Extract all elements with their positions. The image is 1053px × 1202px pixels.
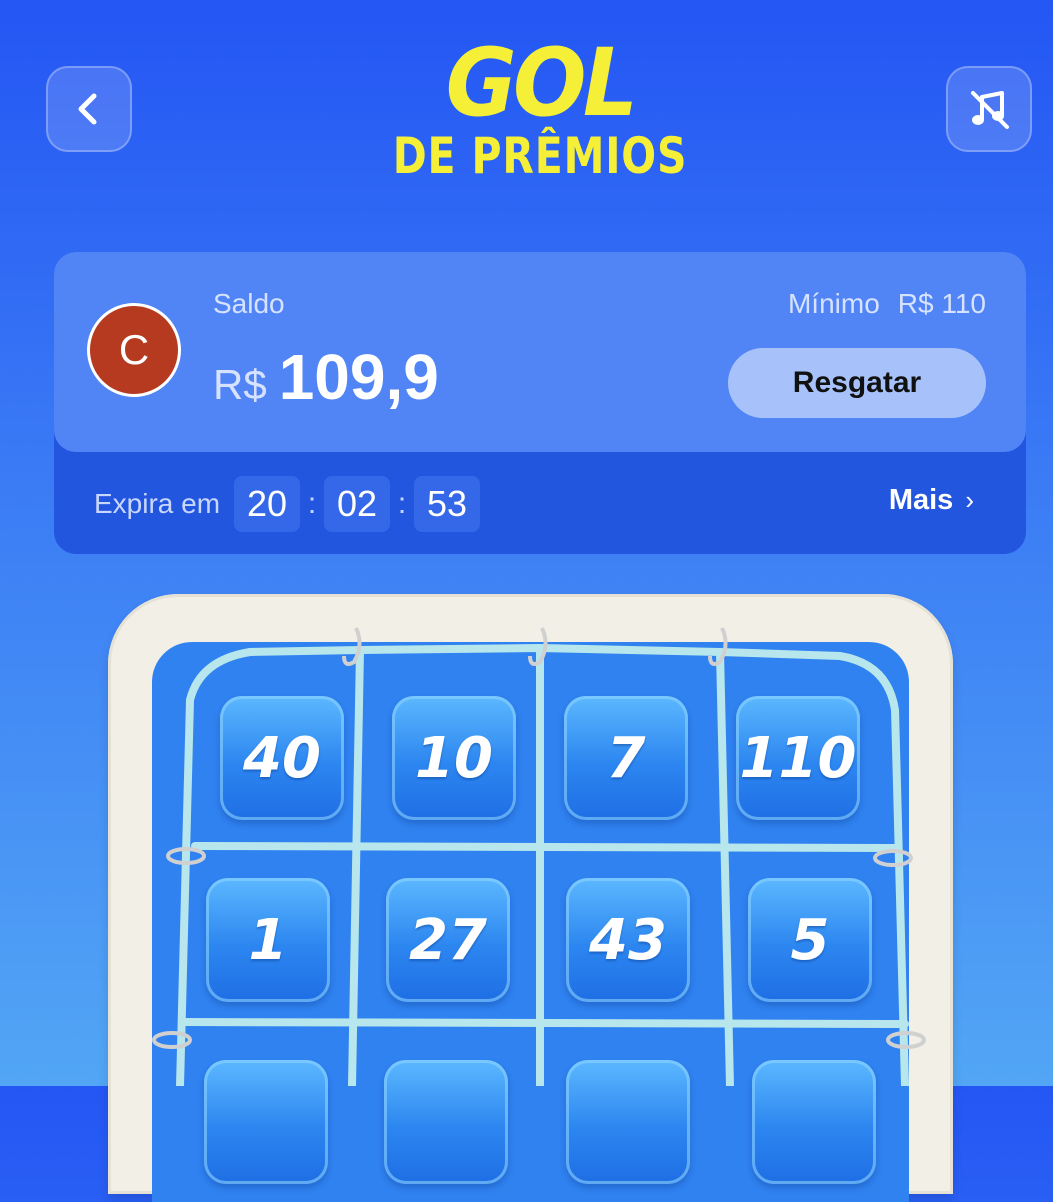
prize-tile-partial[interactable] [566, 1060, 690, 1184]
prize-tile-partial[interactable] [752, 1060, 876, 1184]
prize-tile[interactable]: 10 [392, 696, 516, 820]
goal-net [152, 627, 926, 1086]
prize-tile[interactable]: 40 [220, 696, 344, 820]
prize-tile[interactable]: 7 [564, 696, 688, 820]
prize-tile[interactable]: 27 [386, 878, 510, 1002]
prize-tile-partial[interactable] [384, 1060, 508, 1184]
prize-tile-partial[interactable] [204, 1060, 328, 1184]
prize-tile[interactable]: 110 [736, 696, 860, 820]
prize-tile[interactable]: 1 [206, 878, 330, 1002]
prize-tile[interactable]: 5 [748, 878, 872, 1002]
prize-tile[interactable]: 43 [566, 878, 690, 1002]
